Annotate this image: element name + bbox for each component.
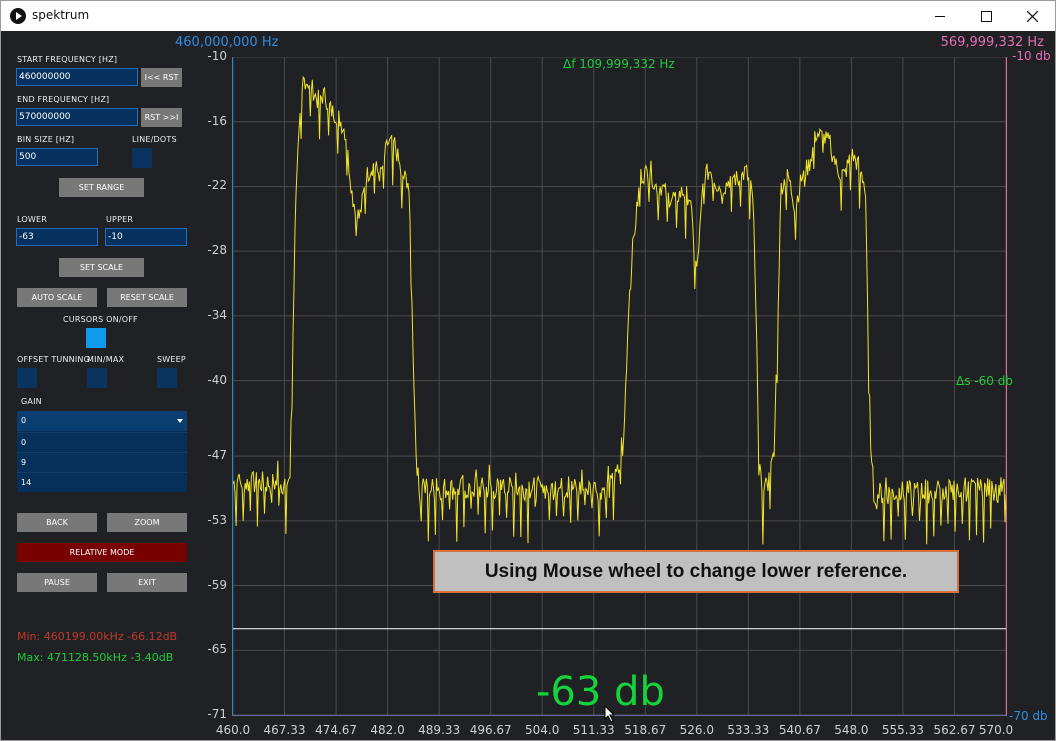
gain-dropdown[interactable]: 0 0 9 14 — [17, 411, 187, 492]
bin-size-input[interactable]: 500 — [16, 148, 98, 166]
relative-mode-button[interactable]: RELATIVE MODE — [17, 543, 187, 562]
y-tick-label: -59 — [207, 577, 227, 592]
y-tick-label: -34 — [207, 307, 227, 322]
y-tick-label: -28 — [207, 243, 227, 258]
reset-scale-button[interactable]: RESET SCALE — [107, 288, 187, 307]
hint-tooltip: Using Mouse wheel to change lower refere… — [433, 550, 959, 593]
y-tick-label: -65 — [207, 642, 227, 657]
gain-option[interactable]: 14 — [17, 472, 187, 492]
gain-selected-value: 0 — [21, 416, 27, 425]
start-frequency-marker: 460,000,000 Hz — [175, 35, 279, 50]
upper-input[interactable]: -10 — [105, 228, 187, 246]
start-frequency-input[interactable]: 460000000 — [16, 68, 138, 86]
title-bar[interactable]: spektrum — [1, 1, 1055, 31]
y-tick-label: -22 — [207, 178, 227, 193]
spectrum-plot[interactable] — [232, 57, 1007, 716]
delta-frequency-label: Δf 109,999,332 Hz — [563, 57, 675, 71]
cursors-label: CURSORS ON/OFF — [63, 315, 138, 324]
exit-button[interactable]: EXIT — [107, 573, 187, 592]
gain-label: GAIN — [21, 397, 42, 406]
lower-label: LOWER — [17, 215, 47, 224]
y-tick-label: -71 — [207, 707, 227, 721]
gain-option[interactable]: 0 — [17, 432, 187, 452]
y-tick-label: -16 — [207, 113, 227, 128]
spectrum-chart — [233, 57, 1006, 715]
gain-option[interactable]: 9 — [17, 452, 187, 472]
window-title: spektrum — [32, 8, 90, 22]
pause-button[interactable]: PAUSE — [17, 573, 97, 592]
lower-input[interactable]: -63 — [16, 228, 98, 246]
app-play-icon — [10, 8, 26, 24]
chevron-down-icon — [177, 419, 183, 423]
reset-start-button[interactable]: I<< RST — [141, 68, 182, 87]
min-max-toggle[interactable] — [87, 368, 107, 388]
app-window: spektrum START FREQUENCY [HZ] 460000000 … — [0, 0, 1056, 741]
delta-level-label: Δs -60 db — [956, 374, 1013, 388]
y-tick-label: -53 — [207, 512, 227, 527]
mouse-cursor-icon — [604, 705, 616, 723]
sweep-label: SWEEP — [157, 355, 186, 364]
min-max-label: MIN/MAX — [87, 355, 125, 364]
line-dots-label: LINE/DOTS — [132, 135, 177, 144]
y-tick-label: -40 — [207, 372, 227, 387]
end-frequency-input[interactable]: 570000000 — [16, 108, 138, 126]
offset-tuning-label: OFFSET TUNNING — [17, 355, 90, 364]
right-top-level-label: -10 db — [1012, 49, 1051, 63]
line-dots-toggle[interactable] — [132, 148, 152, 168]
reference-level-readout: -63 db — [536, 669, 665, 715]
right-bottom-level-label: -70 db — [1009, 709, 1048, 723]
gain-selected[interactable]: 0 — [17, 411, 187, 431]
zoom-button[interactable]: ZOOM — [107, 513, 187, 532]
cursors-toggle[interactable] — [86, 328, 106, 348]
maximize-button[interactable] — [963, 1, 1009, 31]
set-range-button[interactable]: SET RANGE — [59, 178, 144, 197]
spectrum-trace-line — [233, 75, 1006, 545]
end-frequency-label: END FREQUENCY [HZ] — [17, 95, 110, 104]
auto-scale-button[interactable]: AUTO SCALE — [17, 288, 97, 307]
minimize-button[interactable] — [917, 1, 963, 31]
bin-size-label: BIN SIZE [HZ] — [17, 135, 75, 144]
offset-tuning-toggle[interactable] — [17, 368, 37, 388]
sweep-toggle[interactable] — [157, 368, 177, 388]
close-button[interactable] — [1009, 1, 1055, 31]
client-area: START FREQUENCY [HZ] 460000000 I<< RST E… — [1, 31, 1055, 740]
end-frequency-marker: 569,999,332 Hz — [940, 35, 1044, 50]
close-icon — [1027, 11, 1038, 22]
upper-label: UPPER — [106, 215, 134, 224]
start-frequency-label: START FREQUENCY [HZ] — [17, 55, 118, 64]
min-readout: Min: 460199.00kHz -66.12dB — [17, 630, 178, 643]
x-tick-label: 570.0 — [978, 723, 1014, 737]
set-scale-button[interactable]: SET SCALE — [59, 258, 144, 277]
y-tick-label: -47 — [207, 448, 227, 463]
max-readout: Max: 471128.50kHz -3.40dB — [17, 651, 174, 664]
reset-end-button[interactable]: RST >>I — [141, 108, 182, 127]
back-button[interactable]: BACK — [17, 513, 97, 532]
y-tick-label: -10 — [207, 49, 227, 63]
